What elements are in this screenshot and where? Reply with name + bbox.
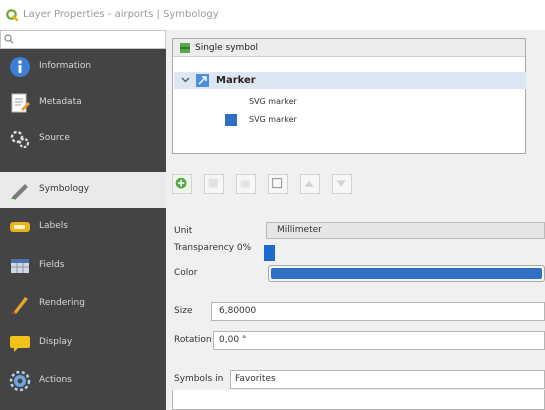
metadata-icon: [11, 93, 30, 113]
unit-value: Millimeter: [277, 225, 322, 235]
symbology-panel: Single symbol Marker SVG marker SVG mark…: [166, 30, 545, 410]
sidebar-item-metadata[interactable]: Metadata: [0, 85, 166, 121]
lock-color-button[interactable]: [236, 174, 256, 194]
renderer-selector[interactable]: Single symbol: [173, 39, 525, 57]
sidebar-item-label: Symbology: [39, 184, 90, 194]
transparency-slider[interactable]: [264, 245, 545, 261]
sidebar: Information Metadata Source Symbology La…: [0, 49, 166, 410]
duplicate-symbol-layer-button[interactable]: [268, 174, 288, 194]
marker-icon: [196, 74, 209, 87]
arrow-up-icon: [304, 180, 314, 187]
window-title: Layer Properties - airports | Symbology: [23, 9, 219, 20]
symbol-library-list[interactable]: [172, 390, 545, 410]
sidebar-item-label: Display: [39, 337, 73, 347]
sidebar-item-symbology[interactable]: Symbology: [0, 172, 166, 208]
size-label: Size: [174, 306, 193, 316]
sidebar-item-rendering[interactable]: Rendering: [0, 286, 166, 322]
sidebar-item-label: Actions: [39, 375, 72, 385]
plus-icon: [175, 177, 187, 189]
sidebar-item-label: Source: [39, 133, 70, 143]
labels-icon: [10, 222, 30, 232]
source-icon: [10, 130, 30, 149]
title-bar: Layer Properties - airports | Symbology: [0, 0, 545, 30]
rotation-label: Rotation: [174, 335, 212, 345]
size-spinbox[interactable]: 6,80000: [211, 302, 545, 321]
search-icon: [4, 34, 14, 44]
display-icon: [10, 336, 30, 352]
lock-icon: [240, 180, 250, 188]
tree-item-svg-marker[interactable]: SVG marker: [249, 115, 297, 124]
move-up-button[interactable]: [300, 174, 320, 194]
sidebar-item-actions[interactable]: Actions: [0, 363, 166, 399]
symbols-in-value: Favorites: [235, 374, 276, 384]
sidebar-item-labels[interactable]: Labels: [0, 209, 166, 245]
sidebar-item-label: Rendering: [39, 298, 85, 308]
symbols-in-label: Symbols in: [174, 374, 224, 384]
search-input[interactable]: [0, 30, 166, 49]
sidebar-item-fields[interactable]: Fields: [0, 248, 166, 284]
sidebar-item-label: Information: [39, 61, 92, 71]
minus-icon: [208, 178, 218, 188]
rotation-value: 0,00 °: [219, 335, 247, 345]
symbology-icon: [11, 184, 28, 200]
symbol-tree[interactable]: Single symbol Marker SVG marker SVG mark…: [172, 38, 526, 154]
symbols-in-dropdown[interactable]: Favorites: [230, 370, 545, 389]
transparency-label: Transparency 0%: [174, 243, 252, 253]
size-value: 6,80000: [219, 306, 257, 316]
sidebar-item-label: Labels: [39, 221, 68, 231]
fields-icon: [11, 259, 29, 273]
duplicate-icon: [272, 178, 283, 189]
renderer-label: Single symbol: [195, 43, 259, 53]
sidebar-item-information[interactable]: Information: [0, 49, 166, 85]
tree-item-label: Marker: [216, 75, 256, 86]
rendering-icon: [11, 297, 28, 314]
tree-item-svg-marker[interactable]: SVG marker: [249, 97, 297, 106]
add-symbol-layer-button[interactable]: [172, 174, 192, 194]
sidebar-item-source[interactable]: Source: [0, 121, 166, 157]
sidebar-item-label: Fields: [39, 260, 65, 270]
svg-marker-swatch: [225, 114, 237, 126]
transparency-slider-fill: [264, 245, 276, 261]
actions-icon: [9, 370, 31, 392]
unit-label: Unit: [174, 226, 193, 236]
qgis-logo-icon: [6, 9, 18, 21]
chevron-down-icon[interactable]: [181, 75, 190, 84]
move-down-button[interactable]: [332, 174, 352, 194]
color-button[interactable]: [268, 265, 545, 282]
sidebar-item-label: Metadata: [39, 97, 82, 107]
rotation-spinbox[interactable]: 0,00 °: [213, 331, 545, 350]
info-icon: [10, 57, 30, 77]
arrow-down-icon: [336, 180, 346, 187]
single-symbol-icon: [180, 43, 190, 53]
remove-symbol-layer-button[interactable]: [204, 174, 224, 194]
unit-dropdown[interactable]: Millimeter: [266, 222, 545, 239]
tree-item-marker[interactable]: Marker: [174, 72, 526, 89]
color-swatch: [271, 268, 542, 279]
color-label: Color: [174, 268, 198, 278]
sidebar-item-display[interactable]: Display: [0, 325, 166, 361]
symbol-layer-toolbar: [172, 174, 372, 198]
